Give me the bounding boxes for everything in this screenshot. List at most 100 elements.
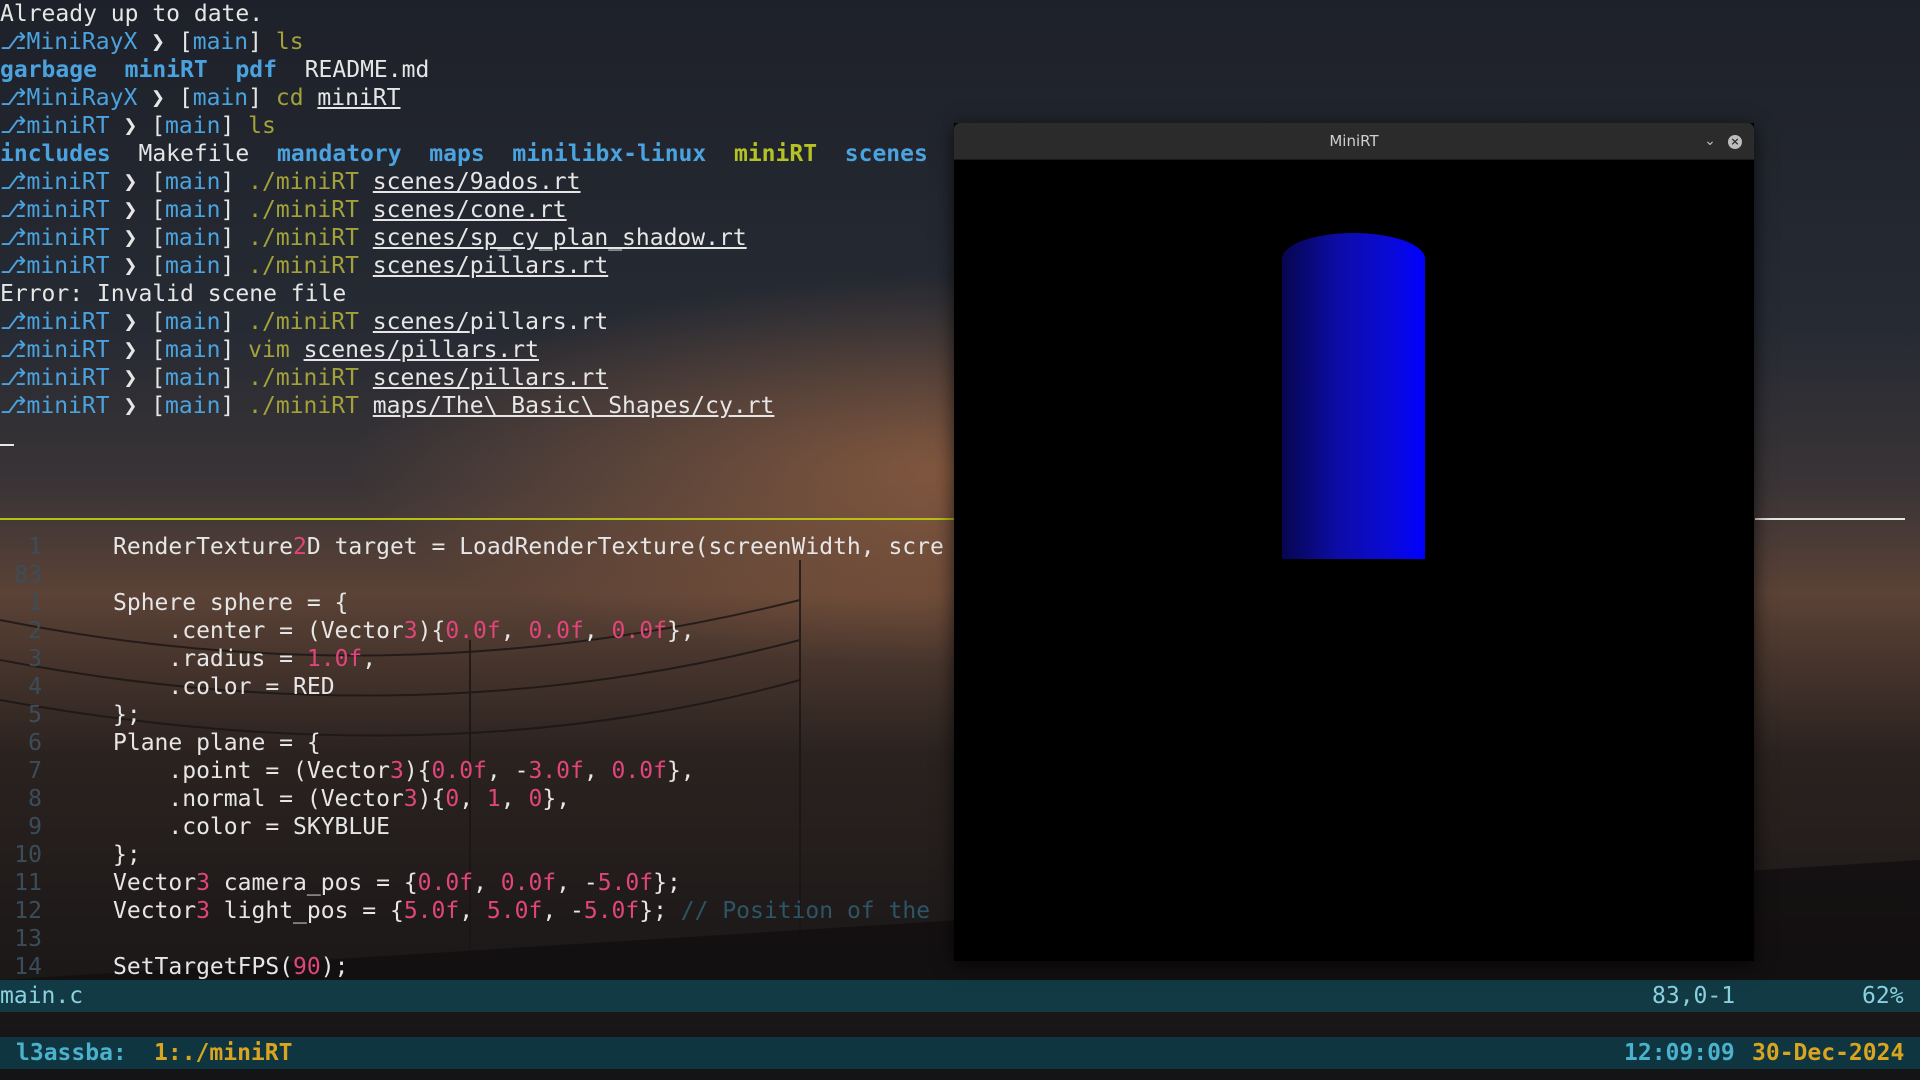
command: ./miniRT	[248, 253, 359, 279]
terminal-line: ⎇miniRT ❯ [main] ls	[0, 112, 276, 140]
command-arg: scenes/pillars.rt	[372, 365, 609, 391]
prompt-dir: miniRT	[26, 309, 110, 335]
terminal-output: Already up to date.	[0, 1, 264, 27]
window-titlebar[interactable]: MiniRT ⌄ ×	[954, 123, 1754, 160]
terminal-line: ⎇miniRT ❯ [main] ./miniRT scenes/sp_cy_p…	[0, 224, 747, 252]
code-text: .point = (Vector3){0.0f, -3.0f, 0.0f},	[113, 758, 695, 784]
prompt-dir: miniRT	[26, 169, 110, 195]
ls-entry: mandatory	[276, 141, 402, 167]
bracket: ]	[220, 309, 235, 335]
prompt-branch: [main]	[151, 309, 234, 335]
ls-entry: Makefile	[138, 141, 250, 167]
prompt-branch: [main]	[151, 113, 234, 139]
prompt-arrow-icon: ❯	[123, 113, 138, 139]
code-text: Vector3 camera_pos = {0.0f, 0.0f, -5.0f}…	[113, 870, 681, 896]
bracket: [	[151, 253, 166, 279]
chevron-down-icon[interactable]: ⌄	[1700, 131, 1720, 151]
branch-name: main	[165, 393, 221, 419]
terminal-line: garbage miniRT pdf README.md	[0, 56, 429, 84]
command: ./miniRT	[248, 393, 359, 419]
bracket: [	[178, 29, 193, 55]
bracket: ]	[220, 169, 235, 195]
bracket: [	[151, 225, 166, 251]
bracket: ]	[220, 197, 235, 223]
prompt-arrow-icon: ❯	[123, 309, 138, 335]
vim-filename: main.c	[0, 983, 84, 1009]
code-line: 1 RenderTexture2D target = LoadRenderText…	[0, 533, 960, 561]
terminal-line: ⎇miniRT ❯ [main] vim scenes/pillars.rt	[0, 336, 539, 364]
line-number: 83	[14, 562, 42, 588]
prompt-arrow-icon: ❯	[151, 29, 166, 55]
bracket: [	[151, 169, 166, 195]
command: ./miniRT	[248, 225, 359, 251]
branch-icon: ⎇	[0, 29, 27, 55]
minirt-window[interactable]: MiniRT ⌄ ×	[954, 123, 1754, 961]
ls-entry: includes	[0, 141, 111, 167]
line-number: 11	[14, 870, 42, 896]
command: ./miniRT	[248, 309, 359, 335]
terminal-line: ⎇miniRT ❯ [main] ./miniRT scenes/pillars…	[0, 364, 608, 392]
bracket: [	[151, 393, 166, 419]
bracket: ]	[248, 85, 262, 111]
terminal-line: Already up to date.	[0, 0, 263, 28]
command: ./miniRT	[248, 169, 359, 195]
ls-entry: scenes	[844, 141, 928, 167]
code-text: .center = (Vector3){0.0f, 0.0f, 0.0f},	[113, 618, 695, 644]
prompt-dir: MiniRayX	[26, 85, 138, 111]
command: vim	[248, 337, 290, 363]
code-line: 7 .point = (Vector3){0.0f, -3.0f, 0.0f},	[0, 757, 960, 785]
prompt-dir: miniRT	[26, 337, 110, 363]
terminal-cursor	[0, 444, 14, 446]
line-number: 5	[28, 702, 42, 728]
branch-icon: ⎇	[0, 225, 27, 251]
code-text: .normal = (Vector3){0, 1, 0},	[113, 786, 571, 812]
terminal-line: Error: Invalid scene file	[0, 280, 346, 308]
terminal-line: ⎇miniRT ❯ [main] ./miniRT scenes/cone.rt	[0, 196, 567, 224]
ls-entry: maps	[429, 141, 485, 167]
line-number: 4	[28, 674, 42, 700]
code-line: 9 .color = SKYBLUE	[0, 813, 960, 841]
branch-name: main	[165, 253, 221, 279]
code-line: 8 .normal = (Vector3){0, 1, 0},	[0, 785, 960, 813]
terminal-line: ⎇miniRT ❯ [main] ./miniRT maps/The\ Basi…	[0, 392, 774, 420]
branch-name: main	[165, 365, 221, 391]
bracket: [	[151, 197, 166, 223]
command-arg: scenes/pillars.rt	[372, 253, 609, 279]
branch-name: main	[165, 309, 221, 335]
prompt-dir: miniRT	[26, 197, 110, 223]
line-number: 13	[14, 926, 42, 952]
ls-entry: pdf	[235, 57, 277, 83]
prompt-branch: [main]	[151, 169, 234, 195]
branch-name: main	[192, 85, 249, 111]
bracket: ]	[248, 29, 262, 55]
prompt-arrow-icon: ❯	[123, 337, 138, 363]
tmux-window[interactable]: 1:./miniRT	[154, 1037, 292, 1069]
branch-icon: ⎇	[0, 337, 27, 363]
pane-separator	[0, 518, 955, 520]
ls-entry: miniRT	[733, 141, 818, 167]
command: ./miniRT	[248, 365, 359, 391]
code-text: .color = SKYBLUE	[113, 814, 390, 840]
command-arg: scenes/pillars.rt	[303, 337, 539, 363]
prompt-dir: miniRT	[26, 225, 110, 251]
bracket: [	[151, 365, 166, 391]
command-arg: scenes/9ados.rt	[372, 169, 581, 195]
bracket: ]	[220, 225, 235, 251]
code-line: 6 Plane plane = {	[0, 729, 960, 757]
render-canvas	[954, 160, 1754, 961]
bracket: ]	[220, 113, 235, 139]
branch-icon: ⎇	[0, 253, 27, 279]
bracket: ]	[220, 393, 235, 419]
vim-statusline: main.c 83,0-1 62%	[0, 980, 1920, 1012]
terminal-line: ⎇miniRT ❯ [main] ./miniRT scenes/pillars…	[0, 308, 608, 336]
bracket: ]	[220, 337, 235, 363]
line-number: 8	[28, 786, 42, 812]
prompt-branch: [main]	[179, 85, 262, 111]
close-icon[interactable]: ×	[1725, 131, 1745, 151]
terminal-line: ⎇miniRT ❯ [main] ./miniRT scenes/pillars…	[0, 252, 608, 280]
window-title: MiniRT	[1329, 132, 1379, 150]
code-line: 10};	[0, 841, 960, 869]
prompt-dir: MiniRayX	[26, 29, 138, 55]
ls-entry: miniRT	[124, 57, 208, 83]
bracket: [	[151, 337, 166, 363]
